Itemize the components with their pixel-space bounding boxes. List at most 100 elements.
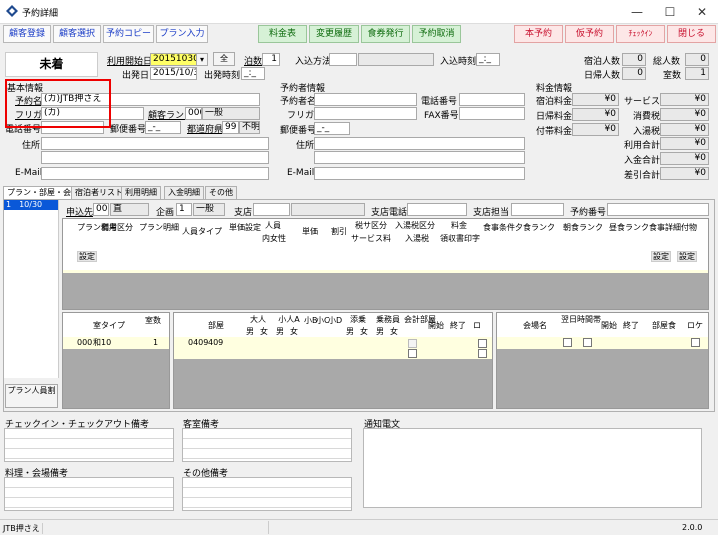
accessory-setting[interactable]: 設定 (677, 251, 697, 262)
date-list[interactable]: 1 10/30 (4, 200, 59, 378)
plan-note-header: プラン備考 (77, 223, 117, 232)
plan-person-split-button[interactable]: プラン人員割 (5, 384, 58, 408)
time-slot-checkbox[interactable] (583, 338, 592, 347)
stay-fee-label: 宿泊料金 (536, 97, 573, 107)
depart-label: 出発日 (122, 71, 150, 81)
extra-fee-label: 付帯料金 (536, 127, 573, 137)
plan-grid-row[interactable] (63, 270, 708, 273)
checkin-memo[interactable] (4, 428, 174, 462)
cooking-venue-memo[interactable] (4, 477, 174, 511)
arrival-time-label: 入込時刻 (440, 57, 477, 67)
billing-room-checkbox[interactable] (408, 349, 417, 358)
spa-tax-header: 入湯税 (405, 234, 429, 243)
tab-guest-list[interactable]: 宿泊者リスト (71, 186, 127, 199)
rate-table-button[interactable]: 料金表 (258, 25, 307, 43)
meal-detail-header: 食事詳細 (649, 223, 681, 232)
fax-input[interactable] (459, 107, 525, 120)
reserver-phone-input[interactable] (459, 93, 525, 106)
venue-row[interactable] (497, 337, 708, 349)
reservation-copy-button[interactable]: 予約コピー (103, 25, 154, 43)
all-button[interactable]: 全 (213, 52, 235, 66)
adult-col: 大人 (250, 315, 266, 324)
branch-phone-input[interactable] (407, 203, 467, 216)
reservation-number-input[interactable] (607, 203, 709, 216)
email-input[interactable] (41, 167, 269, 180)
branch-code[interactable] (253, 203, 290, 216)
depart-time-input[interactable]: _:_ (241, 67, 265, 80)
zip-input[interactable]: _-_ (145, 121, 181, 134)
highlight-box (5, 79, 111, 128)
time-slot-col: 時間帯 (577, 315, 601, 324)
minimize-icon[interactable]: — (623, 3, 651, 21)
room-type-grid[interactable]: 室タイプ 室数 000 和10 1 (62, 312, 170, 409)
tab-other[interactable]: その他 (205, 186, 237, 199)
end-col: 終了 (450, 321, 466, 330)
use-start-label: 利用開始日 (107, 57, 153, 67)
other-memo[interactable] (182, 477, 352, 511)
meal-ticket-button[interactable]: 食券発行 (361, 25, 410, 43)
prefecture-code[interactable]: 99 (222, 121, 239, 134)
address-label: 住所 (22, 141, 41, 151)
location-checkbox-1[interactable] (478, 339, 487, 348)
guest-room-memo[interactable] (182, 428, 352, 462)
room-type-row[interactable]: 000 和10 1 (63, 337, 169, 349)
change-history-button[interactable]: 変更履歴 (309, 25, 359, 43)
person-type-header: 人員タイプ (182, 227, 222, 236)
plan-grid[interactable]: プラン備考 設定 利用区分 プラン明細 人員タイプ 単価設定 人員 内女性 単価… (62, 218, 709, 310)
child-b-col: 小B (304, 316, 318, 325)
venue-grid[interactable]: 会場名 翌日 時間帯 開始 終了 部屋食 ロケ (496, 312, 709, 409)
reservation-status: 未着 (5, 52, 98, 77)
arrival-time-input[interactable]: _:_ (476, 53, 500, 66)
reserver-email-input[interactable] (314, 167, 525, 180)
billing-room-col: 会計部屋 (404, 315, 436, 324)
meal-condition-header: 食事条件 (483, 223, 515, 232)
plan-code[interactable]: 1 (176, 203, 192, 216)
confirm-reservation-button[interactable]: 本予約 (514, 25, 563, 43)
room-code: 0409 (188, 338, 209, 347)
plan-input-button[interactable]: プラン入力 (156, 25, 208, 43)
dinner-rank-header: 夕食ランク (515, 223, 555, 232)
customer-select-button[interactable]: 顧客選択 (53, 25, 101, 43)
close-button[interactable]: 閉じる (667, 25, 716, 43)
date-dropdown-icon[interactable]: ▾ (196, 53, 208, 66)
reserver-address-input-1[interactable] (314, 137, 525, 150)
tab-usage-details[interactable]: 利用明細 (121, 186, 161, 199)
location-col: ロ (473, 321, 481, 330)
reserver-zip-input[interactable]: _-_ (314, 122, 350, 135)
tab-payment-details[interactable]: 入金明細 (164, 186, 204, 199)
reserver-name-input[interactable] (314, 93, 417, 106)
branch-staff-input[interactable] (511, 203, 564, 216)
reserver-address-input-2[interactable] (314, 151, 525, 164)
applicant-code[interactable]: 000 (93, 203, 109, 216)
customer-rank-name: 一般 (202, 107, 260, 120)
tentative-reservation-button[interactable]: 仮予約 (565, 25, 614, 43)
nights-input[interactable]: 1 (262, 53, 280, 66)
maximize-icon[interactable]: ☐ (656, 3, 684, 21)
fee-header: 料金 (451, 221, 467, 230)
location-checkbox-2[interactable] (478, 349, 487, 358)
use-start-input[interactable]: 20151030 (150, 53, 197, 66)
plan-note-setting[interactable]: 設定 (77, 251, 97, 262)
depart-input[interactable]: 2015/10/31 (150, 67, 197, 80)
customer-register-button[interactable]: 顧客登録 (3, 25, 51, 43)
venue-location-checkbox[interactable] (691, 338, 700, 347)
rooms-grid[interactable]: 部屋 大人 男 女 小人A 男 女 小B 小C 小D 添乗 男 女 乗務員 男 … (173, 312, 493, 409)
crew-female-col: 女 (390, 327, 398, 336)
notice-message-area[interactable] (363, 428, 702, 508)
address-input-1[interactable] (41, 137, 269, 150)
tour-conductor-male-col: 男 (346, 327, 354, 336)
accessory-header: 付物 (681, 223, 697, 232)
venue-end-col: 終了 (623, 321, 639, 330)
reserver-kana-input[interactable] (314, 107, 417, 120)
meal-detail-setting[interactable]: 設定 (651, 251, 671, 262)
customer-rank-code[interactable]: 000 (185, 107, 202, 120)
tax-value: ¥0 (660, 108, 709, 121)
next-day-checkbox[interactable] (563, 338, 572, 347)
arrival-method-code[interactable] (329, 53, 357, 66)
checkin-button[interactable]: ﾁｪｯｸｲﾝ (616, 25, 665, 43)
close-icon[interactable]: ✕ (688, 3, 716, 21)
cancel-reservation-button[interactable]: 予約取消 (412, 25, 461, 43)
rooms-row[interactable]: 0409 409 (174, 337, 492, 359)
date-list-item[interactable]: 1 10/30 (4, 200, 58, 210)
address-input-2[interactable] (41, 151, 269, 164)
